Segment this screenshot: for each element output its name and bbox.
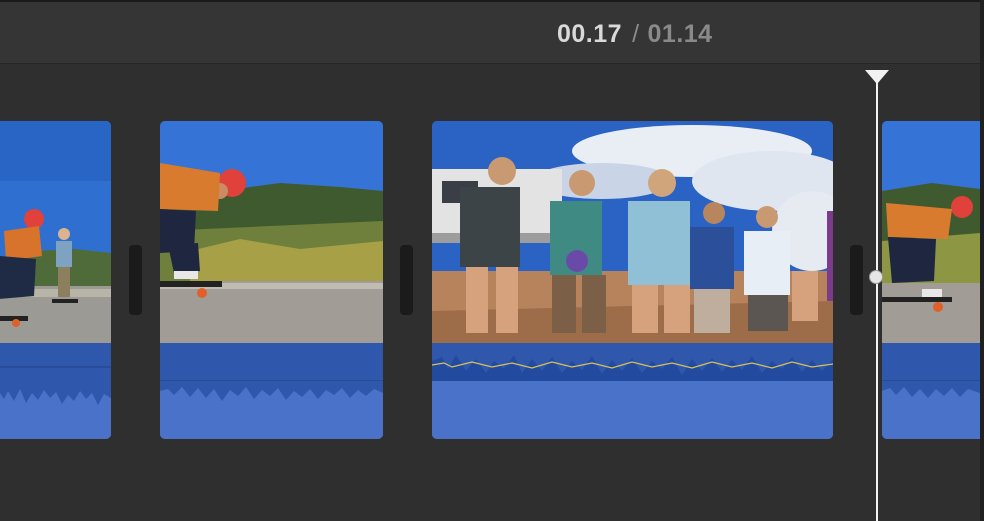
video-clip-1[interactable] — [0, 121, 111, 439]
clip-1-thumbnail — [0, 121, 111, 343]
playhead-knob[interactable] — [869, 270, 883, 284]
clip-3-scene-image — [432, 121, 833, 343]
clip-2-audio-waveform — [160, 343, 383, 439]
header-top-border — [0, 0, 984, 2]
time-separator: / — [632, 20, 640, 48]
clip-1-audio-waveform — [0, 343, 111, 439]
timecode-display: 00.17 /01.14 — [557, 20, 713, 49]
clip-1-scene-image — [0, 121, 111, 343]
transition-handle-1[interactable] — [129, 245, 142, 315]
timeline-header: 00.17 /01.14 — [0, 0, 984, 64]
total-duration: 01.14 — [647, 20, 713, 48]
clip-2-scene-image — [160, 121, 383, 343]
clip-4-scene-image — [882, 121, 980, 343]
clip-4-thumbnail — [882, 121, 980, 343]
playhead-marker-icon[interactable] — [865, 70, 889, 84]
clip-3-thumbnail — [432, 121, 833, 343]
video-clip-2[interactable] — [160, 121, 383, 439]
timeline-area[interactable] — [0, 64, 980, 521]
clip-3-audio-waveform — [432, 343, 833, 439]
right-edge-bar — [980, 0, 984, 521]
clip-4-audio-waveform — [882, 343, 980, 439]
clip-2-thumbnail — [160, 121, 383, 343]
transition-handle-2[interactable] — [400, 245, 413, 315]
transition-handle-3[interactable] — [850, 245, 863, 315]
video-clip-3[interactable] — [432, 121, 833, 439]
current-time: 00.17 — [557, 20, 623, 48]
video-clip-4[interactable] — [882, 121, 980, 439]
playhead-line[interactable] — [876, 78, 878, 521]
